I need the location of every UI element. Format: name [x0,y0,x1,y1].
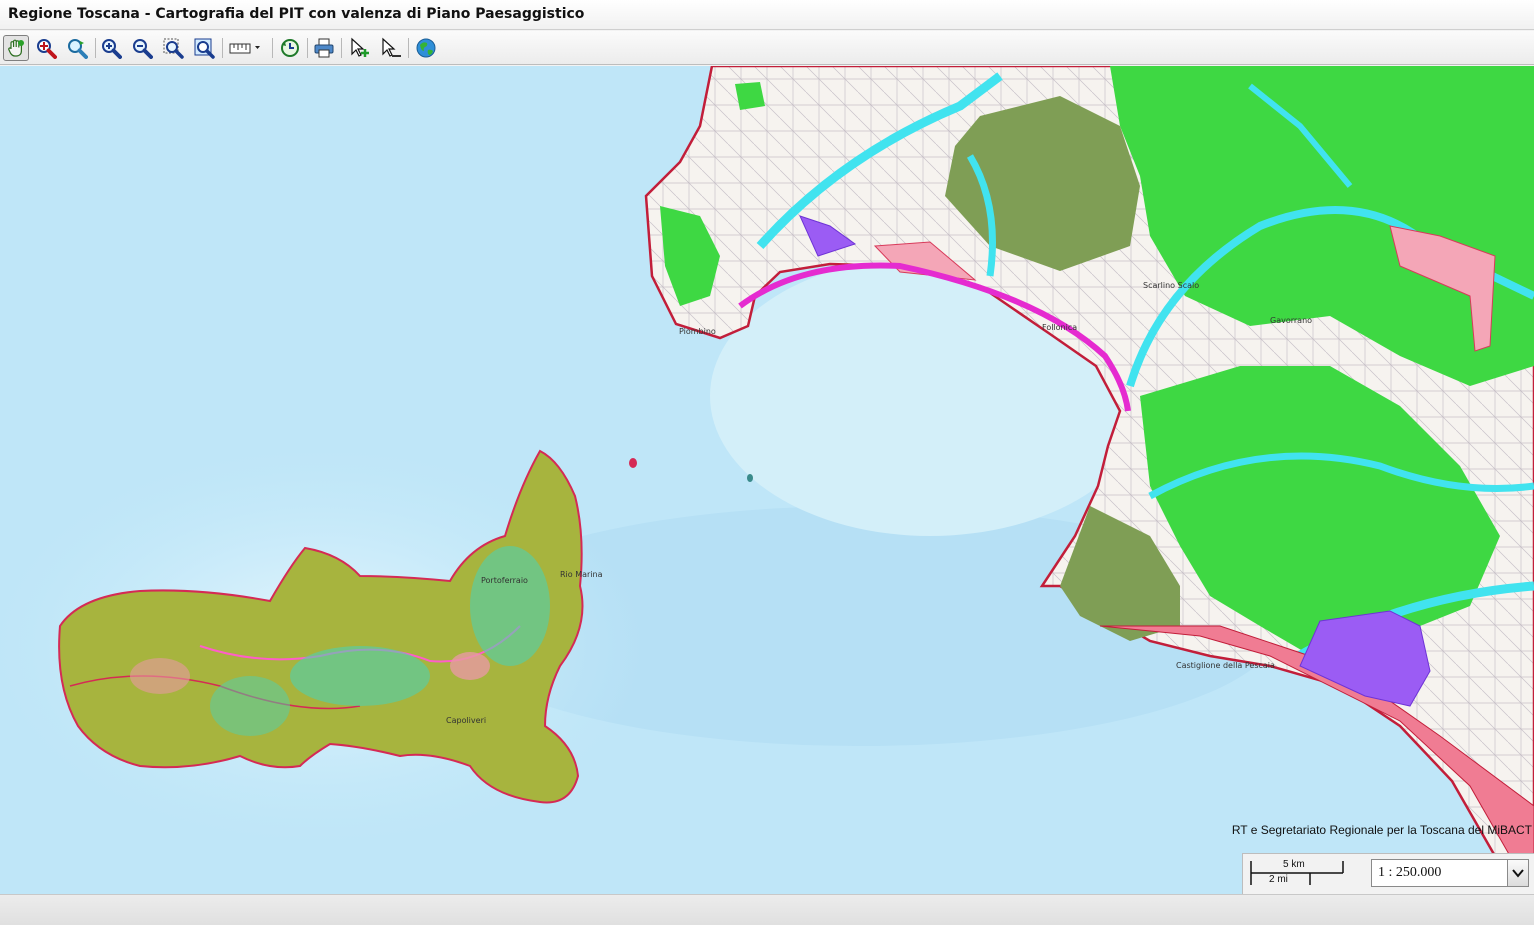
forest-area [735,82,765,110]
status-bar [0,894,1534,925]
place-label: Scarlino Scalo [1143,281,1200,290]
zoom-box-icon [163,38,184,59]
place-label: Rio Marina [560,570,603,579]
toolbar-separator [222,38,223,58]
scalebar-mi-label: 2 mi [1269,874,1288,885]
scalebar: 5 km 2 mi [1249,858,1345,888]
zoom-red-icon [37,39,57,59]
pan-hand-icon [8,39,24,57]
map-canvas[interactable] [0,66,1534,894]
elba-valley [210,676,290,736]
zoom-previous-button[interactable] [64,35,90,61]
zoom-in-icon [102,39,122,59]
place-label: Castiglione della Pescaia [1176,661,1275,670]
islet [747,474,753,482]
map-toolbar [0,31,1534,65]
place-label: Follonica [1042,323,1078,332]
zoom-box-button[interactable] [160,35,186,61]
measure-icon [229,43,260,54]
select-remove-button[interactable] [378,35,404,61]
select-add-button[interactable] [347,35,373,61]
title-bar: Regione Toscana - Cartografia del PIT co… [0,0,1534,30]
scalebar-km-label: 5 km [1283,859,1305,870]
globe-button[interactable] [413,35,439,61]
zoom-in-button[interactable] [98,35,124,61]
scale-select-value: 1 : 250.000 [1378,865,1442,880]
chevron-down-icon [1512,869,1524,878]
window-title: Regione Toscana - Cartografia del PIT co… [8,6,585,22]
toolbar-separator [272,38,273,58]
zoom-extent-icon [194,38,215,59]
place-label: Gavorrano [1270,316,1313,325]
scale-panel: 5 km 2 mi 1 : 250.000 [1242,853,1534,894]
refresh-icon [281,39,299,57]
pan-button[interactable] [3,35,29,61]
elba-urban [450,652,490,680]
place-label: Portoferraio [481,576,528,585]
scale-dropdown-button[interactable] [1507,860,1528,886]
map-viewport[interactable]: Piombino Follonica Scarlino Scalo Castig… [0,66,1534,894]
print-icon [314,38,334,58]
elba-urban [130,658,190,694]
refresh-button[interactable] [277,35,303,61]
zoom-extent-button[interactable] [191,35,217,61]
zoom-out-icon [133,39,153,59]
toolbar-separator [408,38,409,58]
toolbar-separator [95,38,96,58]
select-remove-icon [382,37,401,57]
globe-icon [416,38,436,58]
map-attribution: RT e Segretariato Regionale per la Tosca… [1231,823,1532,837]
measure-dropdown-button[interactable] [226,35,266,61]
place-label: Piombino [679,327,716,336]
select-add-icon [351,37,369,57]
zoom-button[interactable] [33,35,59,61]
toolbar-separator [341,38,342,58]
place-label: Capoliveri [446,716,487,725]
elba-valley [290,646,430,706]
elba-valley [470,546,550,666]
toolbar-separator [307,38,308,58]
zoom-previous-icon [68,39,88,59]
scale-select[interactable]: 1 : 250.000 [1371,859,1529,887]
print-button[interactable] [311,35,337,61]
islet [629,458,637,468]
zoom-out-button[interactable] [129,35,155,61]
